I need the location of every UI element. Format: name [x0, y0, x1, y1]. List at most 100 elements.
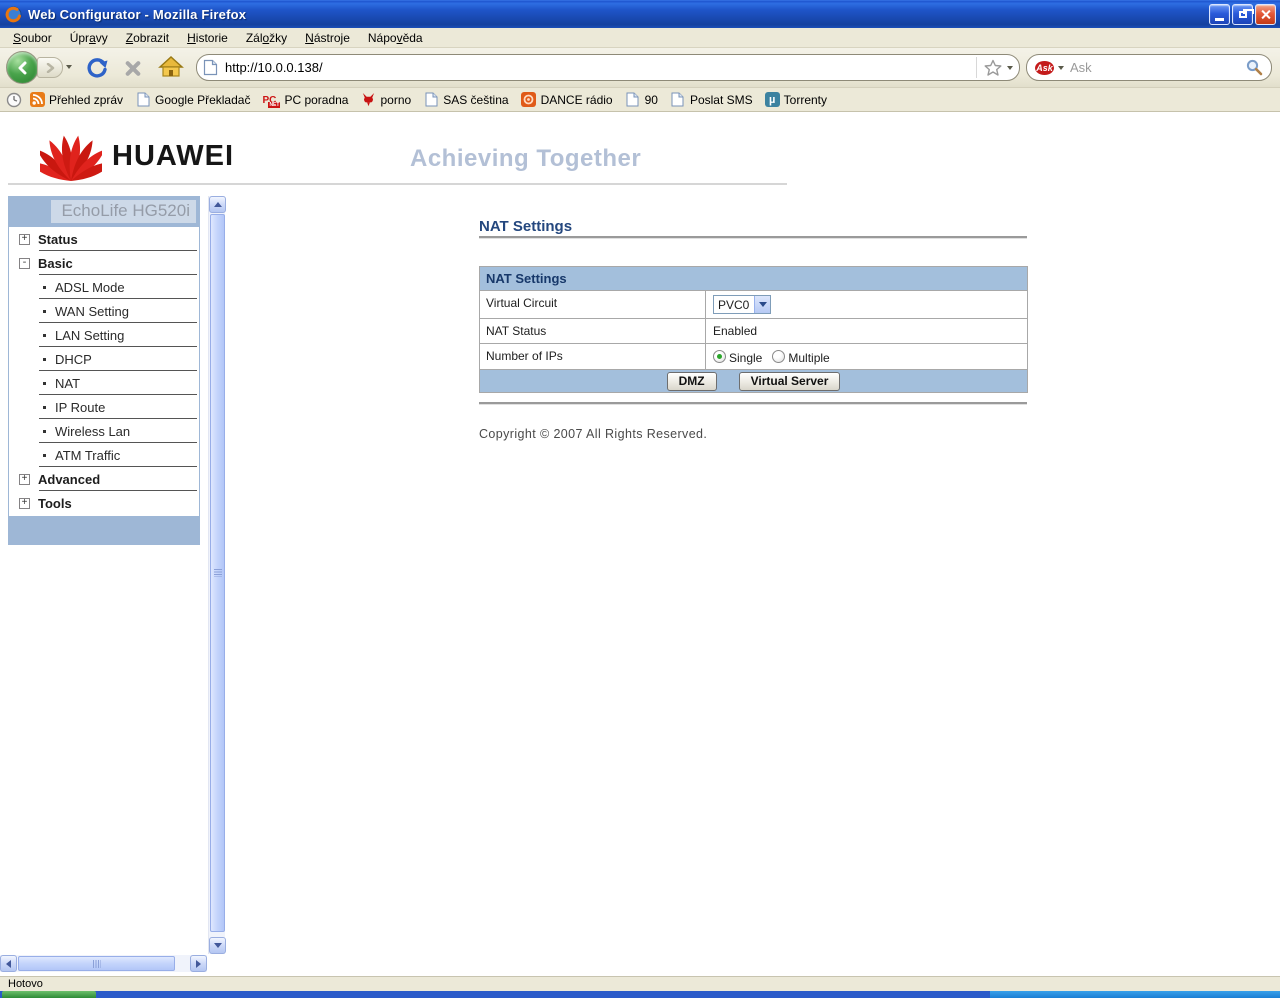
restore-button[interactable]	[1232, 4, 1254, 25]
sidebar: EchoLife HG520i + Status - Basic ADSL Mo…	[8, 196, 200, 545]
menu-nastroje[interactable]: Nástroje	[296, 29, 359, 47]
collapse-icon[interactable]: -	[19, 257, 30, 269]
scrollbar-thumb[interactable]	[210, 214, 225, 932]
sidebar-item-advanced[interactable]: + Advanced	[9, 467, 199, 491]
expand-icon[interactable]: +	[19, 473, 30, 485]
sidebar-item-atm-traffic[interactable]: ATM Traffic	[9, 443, 199, 467]
table-row-nat-status: NAT Status Enabled	[480, 318, 1027, 343]
window-title: Web Configurator - Mozilla Firefox	[28, 6, 247, 22]
bookmark-prehled-zprav[interactable]: Přehled zpráv	[24, 91, 128, 109]
sidebar-item-label: Wireless Lan	[55, 423, 131, 439]
sidebar-item-dhcp[interactable]: DHCP	[9, 347, 199, 371]
bullet-icon	[43, 405, 46, 409]
bookmark-porno[interactable]: porno	[355, 91, 416, 109]
sidebar-horizontal-scrollbar[interactable]	[0, 955, 207, 972]
virtual-server-button[interactable]: Virtual Server	[738, 371, 841, 391]
radio-label: Multiple	[788, 351, 830, 365]
brand-name: HUAWEI	[112, 140, 234, 172]
row-label: NAT Status	[480, 319, 706, 343]
bookmark-label: PC poradna	[284, 92, 349, 107]
menu-soubor[interactable]: Soubor	[4, 29, 61, 47]
window-titlebar: Web Configurator - Mozilla Firefox	[0, 0, 1280, 28]
home-button[interactable]	[158, 55, 184, 84]
search-box[interactable]: Ask	[1026, 54, 1272, 81]
minimize-button[interactable]	[1209, 4, 1230, 25]
sidebar-item-label: DHCP	[55, 351, 92, 367]
bookmark-90[interactable]: 90	[620, 91, 663, 109]
bookmark-label: Poslat SMS	[689, 92, 753, 107]
radio-single[interactable]	[713, 350, 726, 363]
scroll-right-button[interactable]	[190, 955, 207, 972]
copyright-text: Copyright © 2007 All Rights Reserved.	[479, 427, 708, 441]
bookmark-label: Google Překladač	[155, 92, 251, 107]
close-button[interactable]	[1255, 4, 1276, 25]
forward-button[interactable]	[37, 57, 63, 78]
sidebar-item-wireless-lan[interactable]: Wireless Lan	[9, 419, 199, 443]
arrow-down-icon	[213, 943, 222, 948]
menu-upravy[interactable]: Úpravy	[61, 29, 117, 47]
sidebar-item-label: ATM Traffic	[55, 447, 121, 463]
menu-napoveda[interactable]: Nápověda	[359, 29, 432, 47]
row-label: Virtual Circuit	[480, 291, 706, 318]
back-button[interactable]	[6, 51, 39, 84]
stop-button[interactable]	[120, 56, 144, 80]
search-engine-dropdown-icon[interactable]	[1058, 65, 1064, 70]
url-bar[interactable]	[196, 54, 1020, 81]
bookmark-dance-radio[interactable]: DANCE rádio	[516, 91, 618, 109]
bookmark-torrenty[interactable]: µ Torrenty	[760, 91, 832, 108]
url-input[interactable]	[225, 60, 976, 75]
search-input[interactable]	[1070, 60, 1246, 75]
sidebar-item-lan-setting[interactable]: LAN Setting	[9, 323, 199, 347]
brand-slogan: Achieving Together	[410, 145, 642, 172]
radio-multiple[interactable]	[772, 350, 786, 363]
sidebar-item-status[interactable]: + Status	[9, 227, 199, 251]
bookmark-pc-poradna[interactable]: PC NET PC poradna	[257, 91, 353, 109]
expand-icon[interactable]: +	[19, 233, 30, 245]
sidebar-item-nat[interactable]: NAT	[9, 371, 199, 395]
menu-historie[interactable]: Historie	[178, 29, 237, 47]
dance-icon	[521, 92, 537, 108]
sidebar-item-adsl-mode[interactable]: ADSL Mode	[9, 275, 199, 299]
sidebar-item-wan-setting[interactable]: WAN Setting	[9, 299, 199, 323]
url-dropdown-icon[interactable]	[1007, 65, 1013, 70]
virtual-circuit-select[interactable]: PVC0	[713, 295, 771, 314]
search-magnifier-icon[interactable]	[1246, 59, 1263, 76]
scrollbar-thumb[interactable]	[18, 956, 175, 971]
table-footer: DMZ Virtual Server	[480, 369, 1027, 392]
bookmark-sas-cestina[interactable]: SAS čeština	[418, 91, 513, 109]
sidebar-item-basic[interactable]: - Basic	[9, 251, 199, 275]
nat-status-value: Enabled	[713, 324, 758, 338]
dmz-button[interactable]: DMZ	[666, 371, 717, 391]
bookmark-star-icon[interactable]	[984, 59, 1002, 77]
sidebar-item-tools[interactable]: + Tools	[9, 491, 199, 515]
sidebar-item-label: Tools	[38, 495, 72, 511]
bookmark-poslat-sms[interactable]: Poslat SMS	[665, 91, 758, 109]
bookmark-google-prekladac[interactable]: Google Překladač	[130, 91, 255, 109]
scroll-down-button[interactable]	[209, 937, 226, 954]
ask-engine-icon[interactable]: Ask	[1035, 60, 1054, 75]
reload-button[interactable]	[84, 56, 109, 86]
browser-viewport: HUAWEI Achieving Together EchoLife HG520…	[0, 112, 1280, 976]
sidebar-item-ip-route[interactable]: IP Route	[9, 395, 199, 419]
scroll-up-button[interactable]	[209, 196, 226, 213]
history-dropdown-icon[interactable]	[66, 65, 72, 69]
bullet-icon	[43, 285, 46, 289]
huawei-logo-icon	[28, 132, 114, 187]
chevron-down-icon[interactable]	[754, 296, 770, 313]
back-arrow-icon	[18, 61, 26, 74]
bullet-icon	[43, 381, 46, 385]
sidebar-item-label: Advanced	[38, 471, 101, 487]
sidebar-item-label: Basic	[38, 255, 73, 271]
bookmark-label: DANCE rádio	[540, 92, 613, 107]
menu-zobrazit[interactable]: Zobrazit	[117, 29, 178, 47]
huawei-banner: HUAWEI Achieving Together	[8, 127, 787, 185]
expand-icon[interactable]: +	[19, 497, 30, 509]
sidebar-vertical-scrollbar[interactable]	[208, 196, 226, 954]
bookmark-label: Přehled zpráv	[49, 92, 124, 107]
scroll-left-button[interactable]	[0, 955, 17, 972]
history-clock-icon[interactable]	[6, 92, 22, 108]
rss-icon	[29, 92, 45, 108]
menu-zalozky[interactable]: Záložky	[237, 29, 296, 47]
page-title: NAT Settings	[479, 218, 573, 235]
start-button-edge[interactable]	[2, 991, 96, 998]
